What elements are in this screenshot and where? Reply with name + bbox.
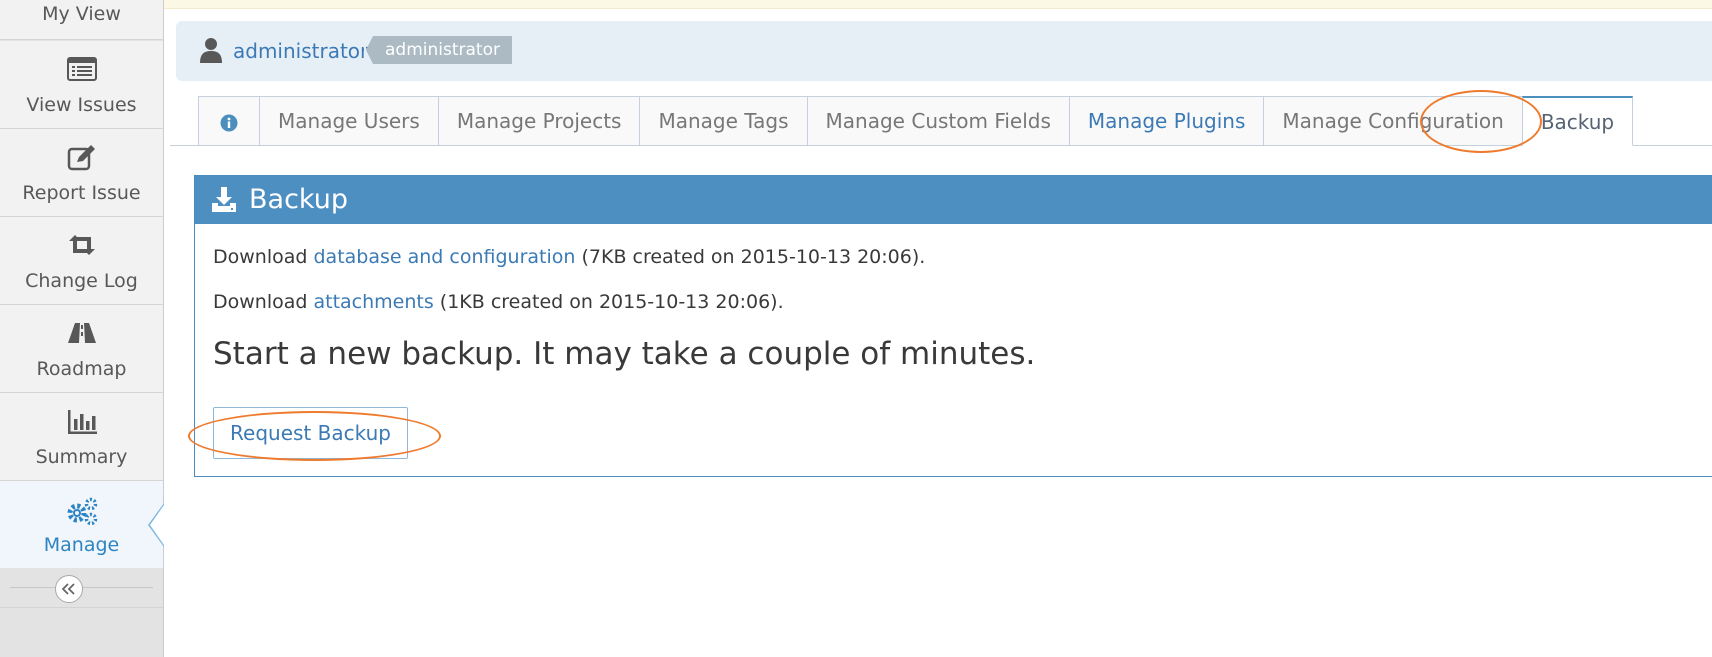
tab-info[interactable]: [198, 96, 259, 146]
sidebar-item-label: Manage: [43, 534, 120, 556]
double-angle-left-icon: [56, 583, 82, 606]
download-line: Download attachments (1KB created on 201…: [213, 291, 784, 313]
download-info: (7KB created on 2015-10-13 20:06).: [575, 246, 926, 268]
panel-title: Backup: [249, 184, 348, 215]
sidebar-item-summary[interactable]: Summary: [0, 393, 163, 481]
manage-tabs: Manage Users Manage Projects Manage Tags…: [198, 96, 1634, 146]
tab-manage-users[interactable]: Manage Users: [259, 96, 438, 146]
sidebar-item-label: Change Log: [25, 270, 138, 292]
road-icon: [0, 321, 163, 347]
sidebar-item-view-issues[interactable]: View Issues: [0, 41, 163, 129]
user-link[interactable]: administrator: [233, 39, 368, 63]
sidebar: My View View Issues Report Issue Change …: [0, 0, 164, 657]
tab-manage-plugins[interactable]: Manage Plugins: [1068, 96, 1264, 146]
sidebar-item-label: My View: [42, 3, 121, 25]
sidebar-item-report-issue[interactable]: Report Issue: [0, 129, 163, 217]
backup-panel: Backup Download database and configurati…: [194, 175, 1712, 477]
tab-manage-projects[interactable]: Manage Projects: [437, 96, 640, 146]
user-icon: [199, 37, 223, 67]
sidebar-item-label: Roadmap: [36, 358, 127, 380]
sidebar-item-roadmap[interactable]: Roadmap: [0, 305, 163, 393]
tab-manage-custom-fields[interactable]: Manage Custom Fields: [806, 96, 1069, 146]
download-info: (1KB created on 2015-10-13 20:06).: [433, 291, 784, 313]
tab-backup[interactable]: Backup: [1521, 96, 1634, 146]
list-icon: [0, 57, 163, 83]
sidebar-collapse-button[interactable]: [55, 575, 83, 603]
sidebar-item-label: View Issues: [26, 94, 137, 116]
sidebar-item-my-view[interactable]: My View: [0, 0, 163, 40]
sidebar-item-change-log[interactable]: Change Log: [0, 217, 163, 305]
download-line: Download database and configuration (7KB…: [213, 246, 925, 268]
download-prefix: Download: [213, 246, 314, 268]
download-prefix: Download: [213, 291, 314, 313]
sidebar-collapse-bar: [0, 568, 163, 608]
bar-chart-icon: [0, 409, 163, 435]
start-backup-heading: Start a new backup. It may take a couple…: [213, 336, 1036, 372]
sidebar-item-manage[interactable]: Manage: [0, 481, 164, 569]
retweet-icon: [0, 233, 163, 259]
database-config-link[interactable]: database and configuration: [313, 246, 575, 268]
sidebar-item-label: Summary: [35, 446, 128, 468]
top-strip: [164, 0, 1712, 9]
attachments-link[interactable]: attachments: [313, 291, 433, 313]
request-backup-button[interactable]: Request Backup: [213, 407, 408, 459]
breadcrumb: administrator administrator: [176, 21, 1712, 81]
user-role-badge: administrator: [364, 36, 512, 64]
gears-icon: [0, 497, 163, 525]
sidebar-item-label: Report Issue: [22, 182, 141, 204]
tab-manage-configuration[interactable]: Manage Configuration: [1263, 96, 1522, 146]
edit-icon: [0, 145, 163, 171]
tab-manage-tags[interactable]: Manage Tags: [639, 96, 807, 146]
download-icon: [210, 186, 238, 218]
panel-header: Backup: [195, 176, 1712, 224]
info-circle-icon: [220, 109, 238, 133]
